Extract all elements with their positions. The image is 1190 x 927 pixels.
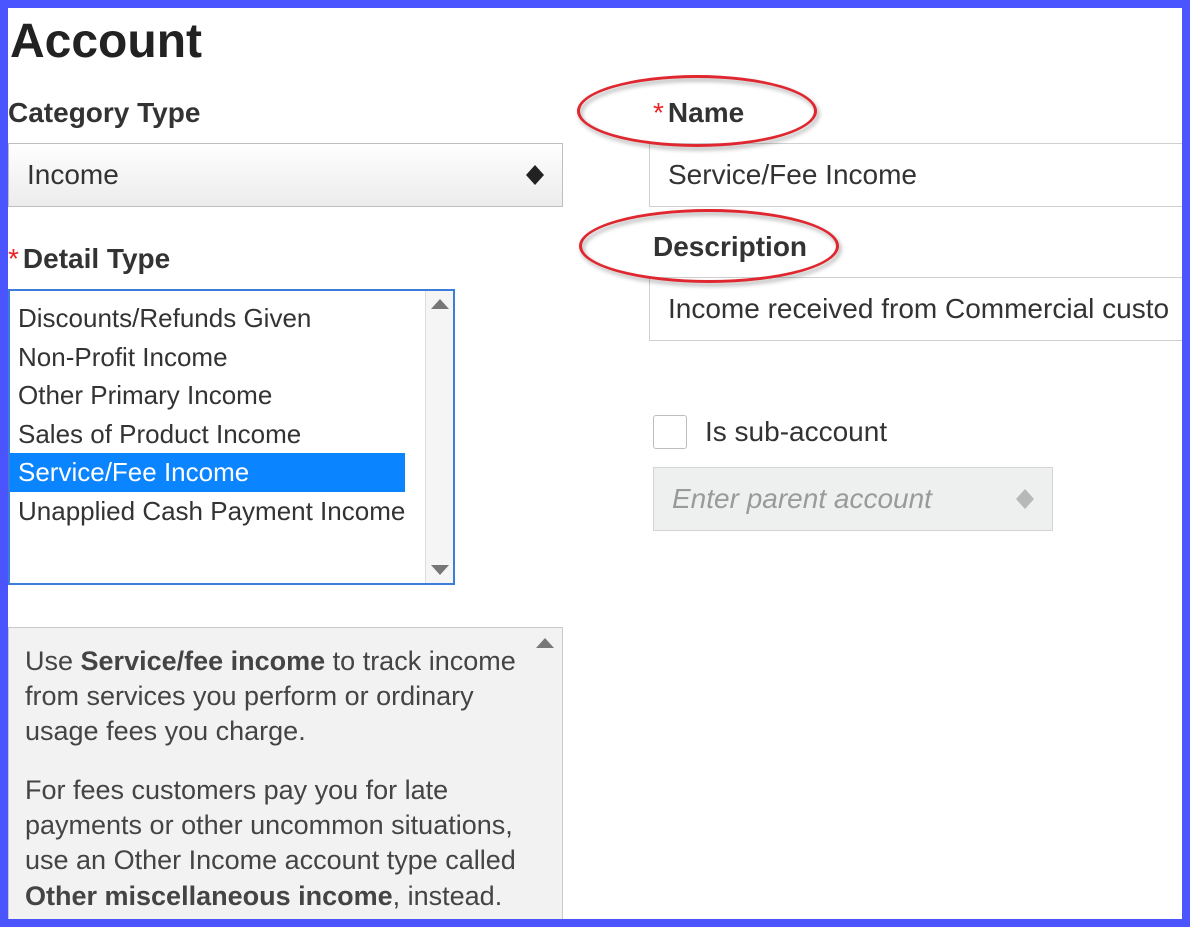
name-label: Name <box>653 97 1190 129</box>
detail-type-option[interactable]: Unapplied Cash Payment Income <box>10 492 425 531</box>
parent-account-select[interactable]: Enter parent account <box>653 467 1053 531</box>
scroll-up-icon[interactable] <box>431 299 449 309</box>
chevron-up-down-icon <box>526 165 544 185</box>
detail-type-help-panel: Use Service/fee income to track income f… <box>8 627 563 927</box>
name-input[interactable]: Service/Fee Income <box>649 143 1190 207</box>
description-input[interactable]: Income received from Commercial custo <box>649 277 1190 341</box>
detail-type-listbox[interactable]: Discounts/Refunds GivenNon-Profit Income… <box>8 289 455 585</box>
help-text: , instead. <box>393 881 503 911</box>
is-sub-account-label: Is sub-account <box>705 416 887 448</box>
help-text: For fees customers pay you for late paym… <box>25 775 516 875</box>
scroll-up-icon[interactable] <box>536 638 554 648</box>
detail-type-option[interactable]: Sales of Product Income <box>10 415 425 454</box>
page-title: Account <box>10 14 1182 69</box>
name-value: Service/Fee Income <box>668 159 917 191</box>
description-label: Description <box>653 231 1190 263</box>
detail-type-option[interactable]: Other Primary Income <box>10 376 425 415</box>
is-sub-account-checkbox[interactable] <box>653 415 687 449</box>
category-type-label: Category Type <box>8 97 563 129</box>
scrollbar[interactable] <box>425 291 453 583</box>
category-type-value: Income <box>27 159 119 191</box>
parent-account-placeholder: Enter parent account <box>672 483 932 515</box>
detail-type-option[interactable]: Discounts/Refunds Given <box>10 299 425 338</box>
detail-type-option[interactable]: Non-Profit Income <box>10 338 425 377</box>
description-value: Income received from Commercial custo <box>668 293 1169 325</box>
help-text: Use <box>25 646 81 676</box>
category-type-select[interactable]: Income <box>8 143 563 207</box>
detail-type-option[interactable]: Service/Fee Income <box>10 453 405 492</box>
help-text-bold: Other miscellaneous income <box>25 881 393 911</box>
detail-type-label: Detail Type <box>8 243 563 275</box>
scroll-down-icon[interactable] <box>431 565 449 575</box>
chevron-up-down-icon <box>1016 489 1034 509</box>
help-text-bold: Service/fee income <box>81 646 326 676</box>
